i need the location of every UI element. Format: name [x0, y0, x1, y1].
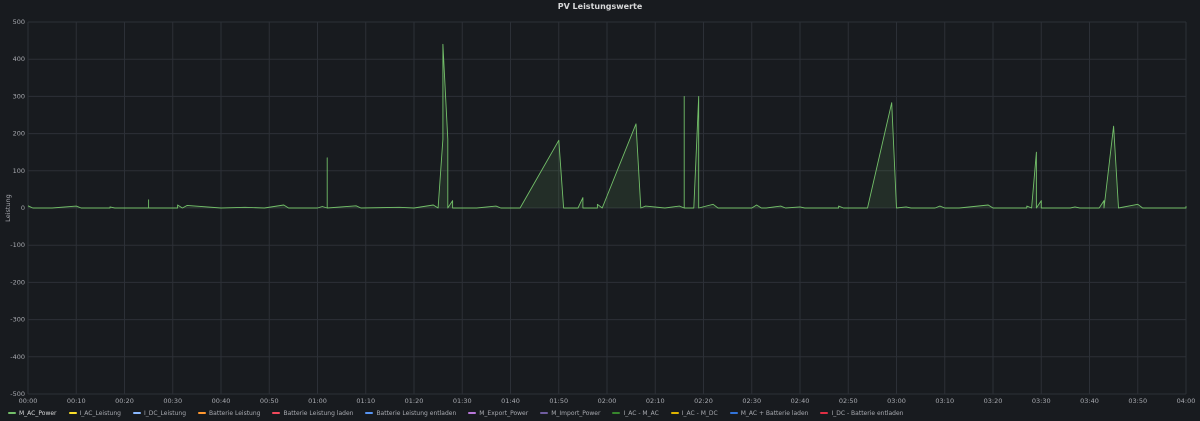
legend-swatch: [272, 412, 281, 414]
x-tick-label: 00:20: [115, 397, 134, 405]
legend-item[interactable]: I_AC - M_AC: [612, 409, 659, 417]
legend-swatch: [540, 412, 549, 414]
legend-label: I_DC_Leistung: [143, 409, 187, 417]
y-tick-label: 500: [13, 18, 25, 26]
y-tick-label: 300: [13, 92, 25, 100]
y-tick-label: -300: [10, 316, 25, 324]
x-tick-label: 03:50: [1128, 397, 1147, 405]
legend-swatch: [365, 412, 374, 414]
y-tick-label: 400: [13, 55, 25, 63]
legend-label: I_AC_Leistung: [79, 409, 121, 417]
legend: M_AC_Power I_AC_Leistung I_DC_Leistung Batt…: [8, 407, 903, 419]
x-tick-label: 00:10: [67, 397, 86, 405]
legend-swatch: [132, 412, 141, 414]
x-tick-label: 00:50: [260, 397, 279, 405]
plot-area[interactable]: 5004003002001000-100-200-300-400-50000:0…: [0, 0, 1200, 421]
y-tick-label: -400: [10, 353, 25, 361]
legend-label: M_Import_Power: [551, 409, 601, 417]
x-tick-label: 03:20: [984, 397, 1003, 405]
legend-label: I_DC - Batterie entladen: [831, 409, 904, 417]
x-tick-label: 02:50: [839, 397, 858, 405]
x-tick-label: 03:30: [1032, 397, 1051, 405]
legend-item[interactable]: Batterie Leistung laden: [272, 410, 353, 417]
legend-swatch: [729, 412, 738, 414]
chart-panel: PV Leistungswerte 500 400 300 200 100 0 -100 -2…: [0, 0, 1200, 421]
legend-swatch: [68, 412, 77, 414]
legend-label: M_Export_Power: [479, 409, 529, 417]
legend-label: Batterie Leistung: [209, 409, 261, 417]
legend-label: I_AC - M_DC: [681, 409, 718, 417]
legend-item[interactable]: I_AC_Leistung: [68, 409, 121, 417]
x-tick-label: 02:30: [742, 397, 761, 405]
x-tick-label: 00:30: [163, 397, 182, 405]
x-tick-label: 00:00: [19, 397, 38, 405]
legend-label: I_AC - M_AC: [623, 409, 659, 417]
x-tick-label: 04:00: [1177, 397, 1196, 405]
x-tick-label: 03:40: [1080, 397, 1099, 405]
y-tick-label: 0: [21, 204, 25, 212]
legend-item[interactable]: I_AC - M_DC: [670, 409, 718, 417]
legend-item[interactable]: M_AC + Batterie laden: [729, 409, 809, 417]
legend-label: Batterie Leistung laden: [283, 409, 354, 417]
legend-swatch: [612, 412, 621, 414]
x-tick-label: 02:00: [598, 397, 617, 405]
legend-swatch: [198, 412, 207, 414]
x-tick-label: 01:30: [453, 397, 472, 405]
x-tick-label: 02:40: [791, 397, 810, 405]
legend-label: M_AC + Batterie laden: [740, 409, 809, 417]
legend-item[interactable]: I_DC - Batterie entladen: [820, 410, 903, 417]
x-tick-label: 03:00: [887, 397, 906, 405]
y-tick-label: 200: [13, 130, 25, 138]
legend-swatch: [670, 412, 679, 414]
y-tick-label: 100: [13, 167, 25, 175]
legend-swatch: [468, 412, 477, 414]
y-tick-label: -200: [10, 278, 25, 286]
legend-label: M_AC_Power: [19, 409, 57, 417]
x-tick-label: 00:40: [212, 397, 231, 405]
legend-item[interactable]: M_Export_Power: [468, 410, 528, 417]
x-tick-label: 01:00: [308, 397, 327, 405]
legend-label: Batterie Leistung entladen: [376, 409, 457, 417]
x-tick-label: 01:50: [549, 397, 568, 405]
legend-item[interactable]: I_DC_Leistung: [132, 409, 187, 417]
legend-item[interactable]: Batterie Leistung entladen: [365, 410, 456, 417]
legend-item[interactable]: M_AC_Power: [8, 410, 57, 417]
x-tick-label: 02:20: [694, 397, 713, 405]
legend-swatch: [8, 412, 16, 414]
legend-swatch: [820, 412, 829, 414]
x-tick-label: 02:10: [646, 397, 665, 405]
x-tick-label: 01:10: [356, 397, 375, 405]
x-tick-label: 01:20: [405, 397, 424, 405]
legend-item[interactable]: Batterie Leistung: [198, 410, 260, 417]
y-axis-label: Leistung: [4, 194, 12, 222]
x-tick-label: 03:10: [935, 397, 954, 405]
x-tick-label: 01:40: [501, 397, 520, 405]
legend-item[interactable]: M_Import_Power: [540, 410, 600, 417]
y-tick-label: -100: [10, 241, 25, 249]
